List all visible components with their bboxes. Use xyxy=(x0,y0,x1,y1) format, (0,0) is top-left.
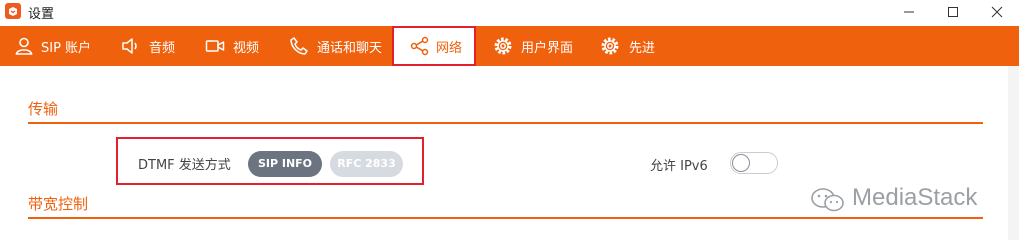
tab-label: SIP 账户 xyxy=(41,41,92,56)
section-title-transport: 传输 xyxy=(28,100,59,118)
maximize-button[interactable] xyxy=(931,0,975,24)
close-icon xyxy=(991,6,1003,18)
speaker-icon xyxy=(122,38,137,54)
minimize-icon xyxy=(904,11,914,13)
wechat-icon xyxy=(811,188,844,212)
tab-user-interface[interactable]: 用户界面 xyxy=(493,26,575,66)
dtmf-option-sip-info[interactable]: SIP INFO xyxy=(248,151,322,177)
maximize-icon xyxy=(948,7,958,17)
tab-network[interactable]: 网络 xyxy=(392,26,476,66)
ipv6-toggle[interactable] xyxy=(730,152,778,174)
dtmf-option-rfc2833[interactable]: RFC 2833 xyxy=(330,151,403,177)
settings-tab-bar: SIP 账户 音频 视频 通话和聊天 网络 用户界面 先进 xyxy=(0,26,1019,66)
tab-label: 网络 xyxy=(436,41,463,56)
minimize-button[interactable] xyxy=(887,0,931,24)
gear-icon xyxy=(494,37,512,55)
section-title-bandwidth: 带宽控制 xyxy=(28,195,89,213)
tab-video[interactable]: 视频 xyxy=(205,26,265,66)
gear-icon xyxy=(601,37,619,55)
tab-audio[interactable]: 音频 xyxy=(121,26,181,66)
vertical-scrollbar[interactable] xyxy=(1008,66,1019,240)
dtmf-method-label: DTMF 发送方式 xyxy=(138,158,231,173)
window-title: 设置 xyxy=(28,7,55,22)
tab-advanced[interactable]: 先进 xyxy=(600,26,660,66)
app-logo-icon xyxy=(5,3,21,19)
ipv6-label: 允许 IPv6 xyxy=(650,159,708,174)
tab-label: 先进 xyxy=(629,41,656,56)
tab-label: 用户界面 xyxy=(521,41,574,56)
share-network-icon xyxy=(410,36,429,56)
toggle-knob xyxy=(732,154,750,172)
tab-label: 通话和聊天 xyxy=(317,41,383,56)
tab-label: 视频 xyxy=(233,41,260,56)
phone-icon xyxy=(290,37,308,55)
user-icon xyxy=(15,37,33,55)
section-divider xyxy=(28,122,983,124)
tab-sip-account[interactable]: SIP 账户 xyxy=(14,26,96,66)
close-button[interactable] xyxy=(975,0,1019,24)
title-bar: 设置 xyxy=(0,0,1019,24)
watermark-text: MediaStack xyxy=(852,184,978,211)
tab-label: 音频 xyxy=(149,41,176,56)
tab-calls-chat[interactable]: 通话和聊天 xyxy=(289,26,385,66)
video-camera-icon xyxy=(205,40,225,52)
section-divider xyxy=(28,217,983,219)
